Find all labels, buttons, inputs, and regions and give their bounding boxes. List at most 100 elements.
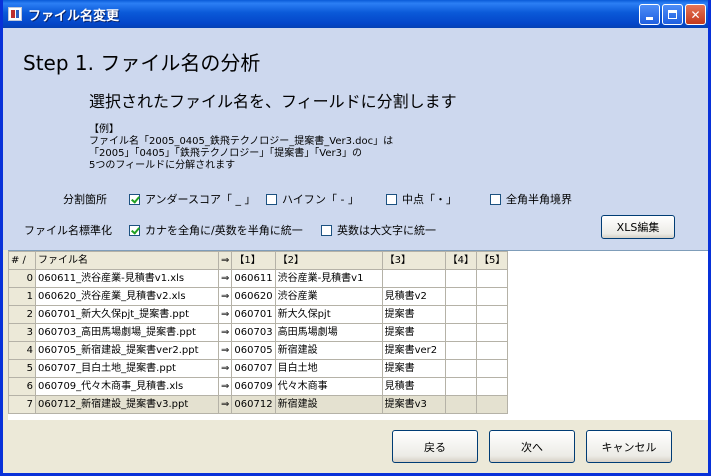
field1-cell[interactable]: 060701 (231, 305, 276, 324)
xls-edit-button[interactable]: XLS編集 (601, 215, 675, 239)
field1-cell[interactable]: 060709 (231, 377, 276, 396)
field4-cell[interactable] (444, 323, 477, 342)
table-row[interactable]: 0 060611_渋谷産業-見積書v1.xls ⇒ 060611 渋谷産業-見積書v1 (8, 269, 509, 288)
field5-cell[interactable] (475, 287, 509, 306)
title-bar[interactable]: ファイル名変更 ✕ (3, 0, 708, 28)
cancel-button[interactable]: キャンセル (586, 430, 672, 463)
column-header-field2[interactable]: 【2】 (274, 251, 383, 270)
arrow-cell[interactable]: ⇒ (217, 323, 233, 342)
checkbox-label: 英数は大文字に統一 (337, 224, 436, 237)
row-index[interactable]: 6 (8, 377, 36, 396)
split-middot-checkbox[interactable]: 中点「・」 (386, 191, 457, 207)
column-header-arrow[interactable]: ⇒ (217, 251, 233, 270)
arrow-cell[interactable]: ⇒ (217, 341, 233, 360)
field5-cell[interactable] (475, 341, 509, 360)
field2-cell[interactable]: 渋谷産業 (274, 287, 383, 306)
field2-cell[interactable]: 渋谷産業-見積書v1 (274, 269, 383, 288)
column-header-filename[interactable]: ファイル名 (35, 251, 219, 270)
table-row[interactable]: 3 060703_高田馬場劇場_提案書.ppt ⇒ 060703 高田馬場劇場 提案書 (8, 323, 509, 342)
field4-cell[interactable] (444, 377, 477, 396)
arrow-cell[interactable]: ⇒ (217, 395, 233, 414)
field4-cell[interactable] (444, 341, 477, 360)
filename-cell[interactable]: 060705_新宿建設_提案書ver2.ppt (35, 341, 219, 360)
column-header-field3[interactable]: 【3】 (381, 251, 446, 270)
back-button[interactable]: 戻る (392, 430, 478, 463)
filename-cell[interactable]: 060707_目白土地_提案書.ppt (35, 359, 219, 378)
split-underscore-checkbox[interactable]: アンダースコア「 _ 」 (129, 191, 256, 207)
field3-cell[interactable]: 見積書v2 (381, 287, 446, 306)
close-button[interactable]: ✕ (685, 4, 706, 25)
maximize-button[interactable] (662, 4, 683, 25)
filename-cell[interactable]: 060703_高田馬場劇場_提案書.ppt (35, 323, 219, 342)
field3-cell[interactable] (381, 269, 446, 288)
checkbox-label: カナを全角に/英数を半角に統一 (145, 224, 303, 237)
normalize-kana-checkbox[interactable]: カナを全角に/英数を半角に統一 (129, 222, 303, 238)
field2-cell[interactable]: 代々木商事 (274, 377, 383, 396)
field4-cell[interactable] (444, 287, 477, 306)
step-subtitle: 選択されたファイル名を、フィールドに分割します (89, 92, 457, 111)
normalize-uppercase-checkbox[interactable]: 英数は大文字に統一 (321, 222, 436, 238)
field1-cell[interactable]: 060620 (231, 287, 276, 306)
split-width-boundary-checkbox[interactable]: 全角半角境界 (490, 191, 572, 207)
table-row[interactable]: 6 060709_代々木商事_見積書.xls ⇒ 060709 代々木商事 見積書 (8, 377, 509, 396)
table-row[interactable]: 7 060712_新宿建設_提案書v3.ppt ⇒ 060712 新宿建設 提案書v3 (8, 395, 509, 414)
field5-cell[interactable] (475, 395, 509, 414)
filename-cell[interactable]: 060712_新宿建設_提案書v3.ppt (35, 395, 219, 414)
field5-cell[interactable] (475, 305, 509, 324)
row-index[interactable]: 3 (8, 323, 36, 342)
filename-cell[interactable]: 060620_渋谷産業_見積書v2.xls (35, 287, 219, 306)
field1-cell[interactable]: 060611 (231, 269, 276, 288)
field3-cell[interactable]: 提案書 (381, 305, 446, 324)
field5-cell[interactable] (475, 269, 509, 288)
filename-cell[interactable]: 060611_渋谷産業-見積書v1.xls (35, 269, 219, 288)
minimize-icon (646, 17, 653, 20)
field1-cell[interactable]: 060705 (231, 341, 276, 360)
column-header-field5[interactable]: 【5】 (475, 251, 509, 270)
arrow-cell[interactable]: ⇒ (217, 269, 233, 288)
field-grid[interactable]: # ∕ ファイル名 ⇒ 【1】 【2】 【3】 【4】 【5】 0 060611_… (8, 250, 708, 421)
field1-cell[interactable]: 060707 (231, 359, 276, 378)
field5-cell[interactable] (475, 323, 509, 342)
field4-cell[interactable] (444, 305, 477, 324)
field3-cell[interactable]: 提案書 (381, 359, 446, 378)
field3-cell[interactable]: 見積書 (381, 377, 446, 396)
field4-cell[interactable] (444, 359, 477, 378)
arrow-cell[interactable]: ⇒ (217, 377, 233, 396)
table-row[interactable]: 2 060701_新大久保pjt_提案書.ppt ⇒ 060701 新大久保pjt 提案書 (8, 305, 509, 324)
column-header-field1[interactable]: 【1】 (231, 251, 276, 270)
field3-cell[interactable]: 提案書v3 (381, 395, 446, 414)
filename-cell[interactable]: 060701_新大久保pjt_提案書.ppt (35, 305, 219, 324)
table-row[interactable]: 5 060707_目白土地_提案書.ppt ⇒ 060707 目白土地 提案書 (8, 359, 509, 378)
table-row[interactable]: 4 060705_新宿建設_提案書ver2.ppt ⇒ 060705 新宿建設 提案書ve… (8, 341, 509, 360)
field2-cell[interactable]: 高田馬場劇場 (274, 323, 383, 342)
row-index[interactable]: 7 (8, 395, 36, 414)
next-button[interactable]: 次へ (489, 430, 575, 463)
field5-cell[interactable] (475, 359, 509, 378)
field2-cell[interactable]: 新宿建設 (274, 341, 383, 360)
field4-cell[interactable] (444, 269, 477, 288)
arrow-cell[interactable]: ⇒ (217, 359, 233, 378)
field2-cell[interactable]: 新宿建設 (274, 395, 383, 414)
field3-cell[interactable]: 提案書 (381, 323, 446, 342)
arrow-cell[interactable]: ⇒ (217, 305, 233, 324)
field2-cell[interactable]: 目白土地 (274, 359, 383, 378)
arrow-cell[interactable]: ⇒ (217, 287, 233, 306)
column-header-field4[interactable]: 【4】 (444, 251, 477, 270)
field5-cell[interactable] (475, 377, 509, 396)
row-index[interactable]: 5 (8, 359, 36, 378)
row-index[interactable]: 1 (8, 287, 36, 306)
field2-cell[interactable]: 新大久保pjt (274, 305, 383, 324)
field4-cell[interactable] (444, 395, 477, 414)
field1-cell[interactable]: 060712 (231, 395, 276, 414)
table-row[interactable]: 1 060620_渋谷産業_見積書v2.xls ⇒ 060620 渋谷産業 見積書v2 (8, 287, 509, 306)
row-index[interactable]: 0 (8, 269, 36, 288)
minimize-button[interactable] (639, 4, 660, 25)
row-index[interactable]: 4 (8, 341, 36, 360)
field3-cell[interactable]: 提案書ver2 (381, 341, 446, 360)
field1-cell[interactable]: 060703 (231, 323, 276, 342)
split-hyphen-checkbox[interactable]: ハイフン「 - 」 (266, 191, 359, 207)
column-header-index[interactable]: # ∕ (8, 251, 36, 270)
row-index[interactable]: 2 (8, 305, 36, 324)
step-title: Step 1. ファイル名の分析 (23, 51, 261, 75)
filename-cell[interactable]: 060709_代々木商事_見積書.xls (35, 377, 219, 396)
